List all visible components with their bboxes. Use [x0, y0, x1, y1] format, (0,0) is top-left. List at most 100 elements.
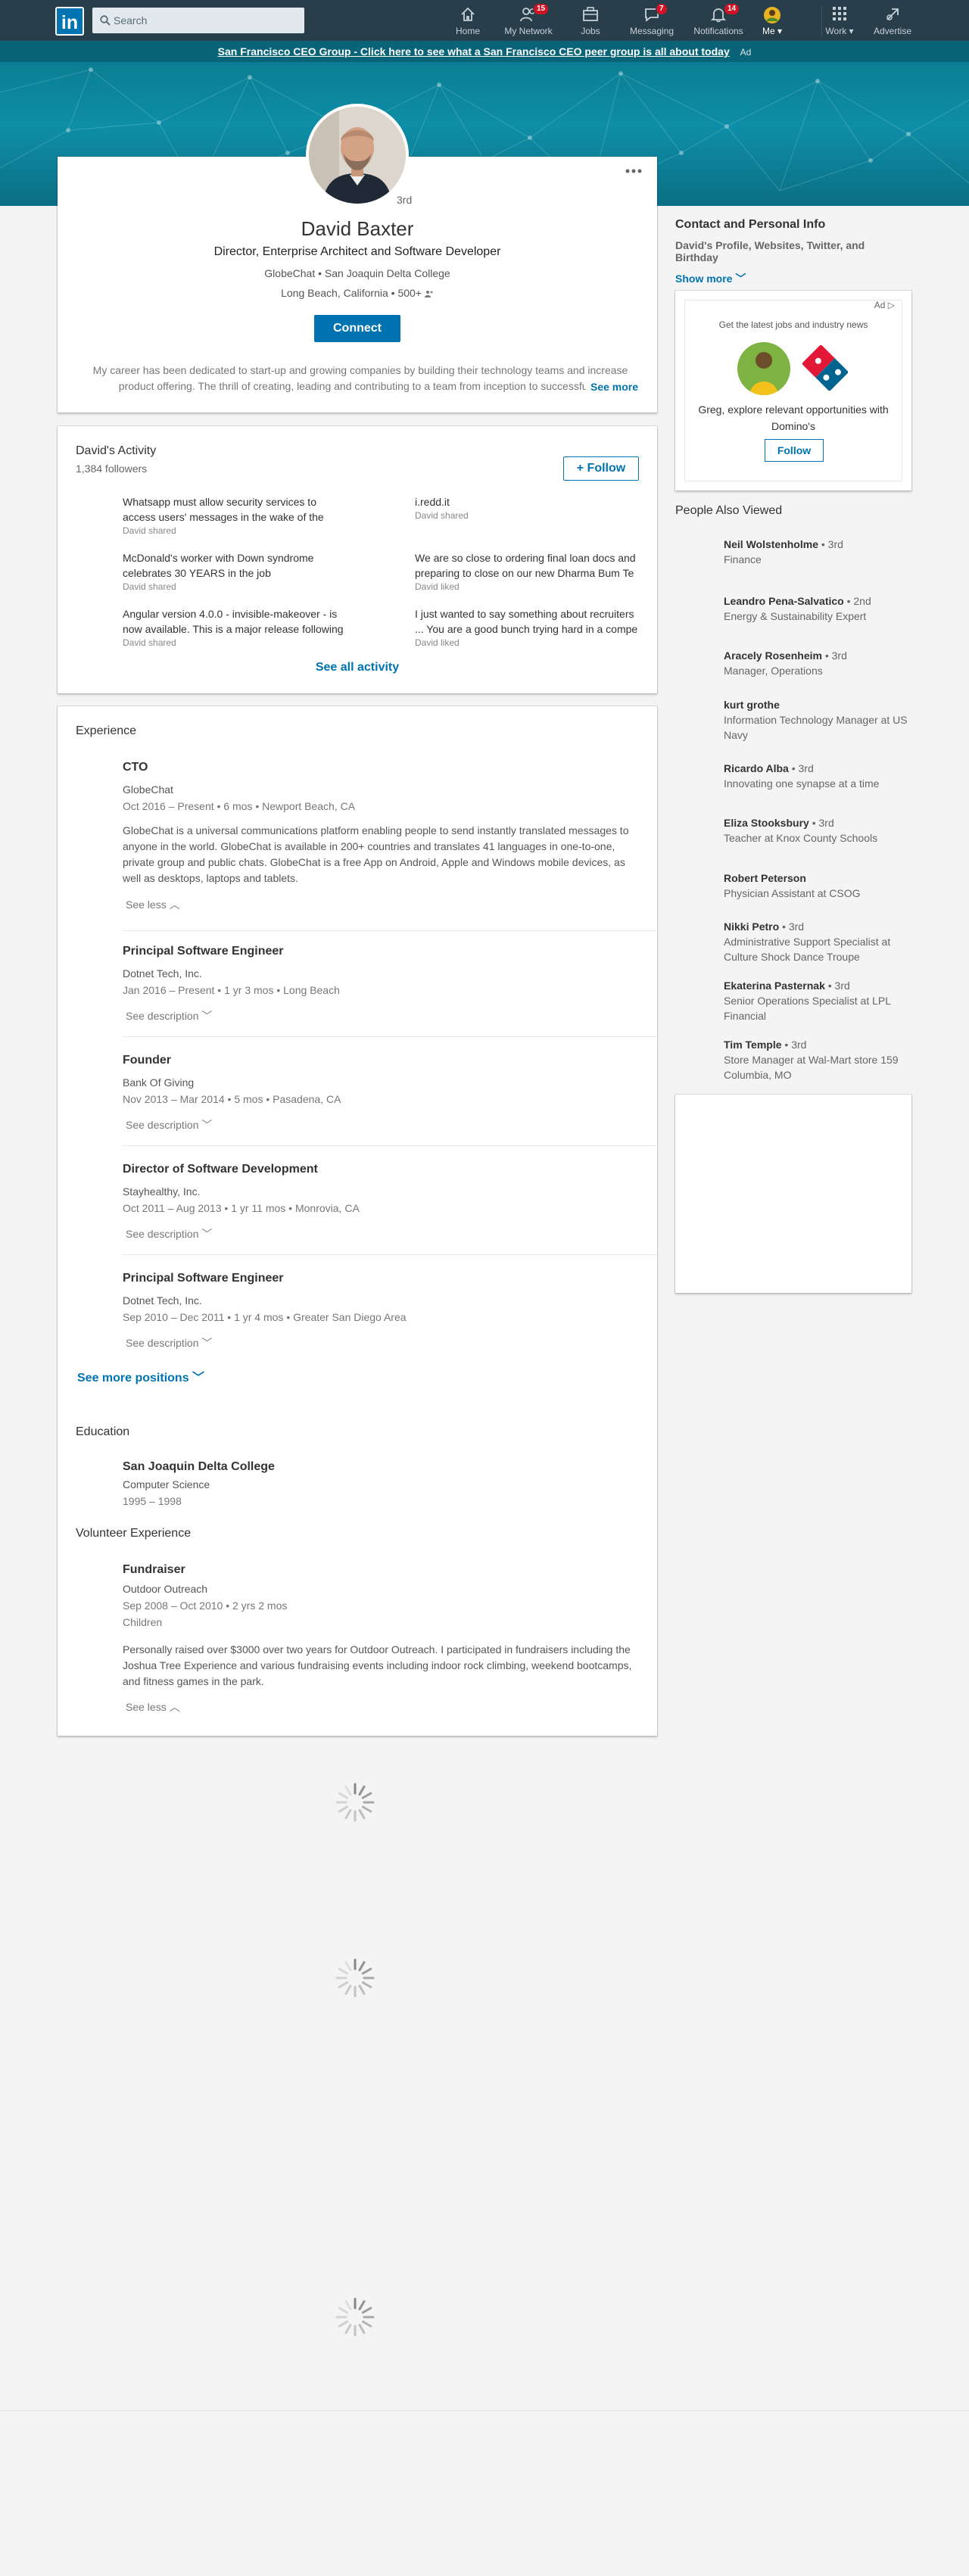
activity-item[interactable]: We are so close to ordering final loan d… — [415, 550, 642, 593]
person-item[interactable]: Robert Peterson Physician Assistant at C… — [724, 871, 921, 901]
person-name: Nikki Petro — [724, 920, 780, 933]
notifications-badge: 14 — [724, 3, 740, 15]
profile-photo[interactable] — [306, 104, 409, 207]
connect-button[interactable]: Connect — [314, 315, 400, 342]
see-description-toggle[interactable]: See description ﹀ — [126, 1008, 212, 1023]
show-more-link[interactable]: Show more ﹀ — [675, 271, 910, 286]
nav-work[interactable]: Work ▾ — [825, 0, 854, 41]
see-less-toggle[interactable]: See less ︿ — [126, 897, 180, 912]
volunteer-description: Personally raised over $3000 over two ye… — [123, 1643, 632, 1687]
nav-messaging[interactable]: 7 Messaging — [625, 0, 678, 41]
advertise-icon — [884, 6, 901, 23]
loading-spinner-icon — [333, 2295, 377, 2339]
activity-item-text: Angular version 4.0.0 - invisible-makeov… — [123, 608, 344, 635]
person-degree: • 3rd — [779, 920, 805, 933]
side-ad-header: Get the latest jobs and industry news — [718, 319, 868, 330]
linkedin-logo[interactable]: in — [55, 7, 84, 36]
volunteer-title: Volunteer Experience — [76, 1527, 192, 1540]
ad-label[interactable]: Ad ▷ — [874, 300, 895, 310]
people-also-viewed-title: People Also Viewed — [675, 504, 783, 517]
activity-item[interactable]: Whatsapp must allow security services to… — [123, 494, 350, 537]
person-item[interactable]: Ricardo Alba • 3rd Innovating one synaps… — [724, 761, 921, 791]
search-box[interactable] — [92, 8, 304, 33]
side-ad-follow-button[interactable]: Follow — [765, 439, 824, 462]
footer-divider — [0, 2410, 969, 2411]
person-headline: Manager, Operations — [724, 665, 823, 677]
nav-my-network[interactable]: 15 My Network — [501, 0, 556, 41]
activity-card: David's Activity 1,384 followers + Follo… — [58, 426, 657, 693]
more-options-icon[interactable] — [625, 169, 642, 173]
activity-item-text: McDonald's worker with Down syndrome cel… — [123, 552, 314, 579]
activity-item[interactable]: Angular version 4.0.0 - invisible-makeov… — [123, 606, 350, 649]
education-title: Education — [76, 1425, 130, 1438]
loading-spinner-icon — [333, 1956, 377, 2000]
side-ad-text: Greg, explore relevant opportunities wit… — [698, 403, 889, 432]
nav-label: Work ▾ — [825, 26, 854, 36]
search-input[interactable] — [114, 8, 299, 33]
nav-advertise[interactable]: Advertise — [868, 0, 918, 41]
ad-tag: Ad — [740, 47, 752, 58]
avatar — [763, 6, 781, 24]
network-badge: 15 — [533, 3, 550, 15]
divider — [123, 1036, 657, 1037]
person-headline: Innovating one synapse at a time — [724, 777, 880, 790]
top-nav: in Home 15 My Network Jobs 7 Messaging 1… — [0, 0, 969, 41]
nav-jobs[interactable]: Jobs — [568, 0, 613, 41]
person-headline: Teacher at Knox County Schools — [724, 832, 878, 844]
see-more-positions-link[interactable]: See more positions ﹀ — [77, 1367, 204, 1385]
position-company: Stayhealthy, Inc. — [123, 1185, 201, 1198]
person-name: Ekaterina Pasternak — [724, 980, 825, 992]
activity-item-meta: David shared — [123, 581, 176, 592]
ad-banner-link[interactable]: San Francisco CEO Group - Click here to … — [218, 45, 730, 58]
education-years: 1995 – 1998 — [123, 1495, 182, 1507]
home-icon — [460, 6, 476, 23]
experience-title: Experience — [76, 724, 137, 737]
person-name: Robert Peterson — [724, 872, 806, 884]
school-name[interactable]: San Joaquin Delta College — [123, 1460, 275, 1474]
profile-top-card: 3rd David Baxter Director, Enterprise Ar… — [58, 104, 657, 413]
nav-notifications[interactable]: 14 Notifications — [686, 0, 751, 41]
person-item[interactable]: Tim Temple • 3rd Store Manager at Wal-Ma… — [724, 1037, 921, 1082]
see-description-toggle[interactable]: See description ﹀ — [126, 1117, 212, 1132]
position-title: Principal Software Engineer — [123, 1272, 284, 1285]
person-headline: Finance — [724, 553, 762, 565]
person-item[interactable]: Ekaterina Pasternak • 3rd Senior Operati… — [724, 978, 921, 1023]
nav-me[interactable]: Me ▾ — [757, 0, 787, 41]
person-item[interactable]: Nikki Petro • 3rd Administrative Support… — [724, 919, 921, 964]
person-item[interactable]: Eliza Stooksbury • 3rd Teacher at Knox C… — [724, 815, 921, 846]
person-degree: • 2nd — [843, 595, 871, 607]
person-item[interactable]: Aracely Rosenheim • 3rd Manager, Operati… — [724, 648, 921, 678]
position-title: Principal Software Engineer — [123, 945, 284, 958]
divider — [123, 1145, 657, 1146]
follow-button[interactable]: + Follow — [563, 456, 639, 481]
activity-item[interactable]: McDonald's worker with Down syndrome cel… — [123, 550, 350, 593]
volunteer-cause: Children — [123, 1616, 163, 1628]
activity-item[interactable]: I just wanted to say something about rec… — [415, 606, 642, 649]
see-less-toggle[interactable]: See less ︿ — [126, 1699, 180, 1715]
person-headline: Store Manager at Wal-Mart store 159 Colu… — [724, 1054, 899, 1081]
position-title: Director of Software Development — [123, 1163, 318, 1176]
person-name: Tim Temple — [724, 1039, 782, 1051]
position-dates: Sep 2010 – Dec 2011 • 1 yr 4 mos • Great… — [123, 1311, 407, 1323]
person-item[interactable]: Neil Wolstenholme • 3rd Finance — [724, 537, 921, 567]
person-item[interactable]: Leandro Pena-Salvatico • 2nd Energy & Su… — [724, 593, 921, 624]
nav-home[interactable]: Home — [447, 0, 489, 41]
activity-item-text: I just wanted to say something about rec… — [415, 608, 638, 635]
position-company: Dotnet Tech, Inc. — [123, 967, 202, 980]
see-all-activity-link[interactable]: See all activity — [58, 661, 657, 674]
person-item[interactable]: kurt grothe Information Technology Manag… — [724, 697, 921, 743]
position-dates: Jan 2016 – Present • 1 yr 3 mos • Long B… — [123, 984, 340, 996]
activity-title: David's Activity — [76, 444, 157, 457]
search-icon — [100, 15, 111, 26]
profile-location: Long Beach, California • 500+ — [58, 287, 657, 299]
person-degree: • 3rd — [818, 538, 843, 550]
see-description-toggle[interactable]: See description ﹀ — [126, 1226, 212, 1241]
see-description-toggle[interactable]: See description ﹀ — [126, 1335, 212, 1350]
messaging-badge: 7 — [656, 3, 668, 15]
person-name: kurt grothe — [724, 699, 780, 711]
contact-subtitle: David's Profile, Websites, Twitter, and … — [675, 239, 865, 263]
see-more-link[interactable]: See more — [586, 381, 639, 393]
activity-item-meta: David liked — [415, 581, 460, 592]
activity-item[interactable]: i.redd.it David shared — [415, 494, 642, 522]
position-dates: Oct 2016 – Present • 6 mos • Newport Bea… — [123, 800, 356, 812]
